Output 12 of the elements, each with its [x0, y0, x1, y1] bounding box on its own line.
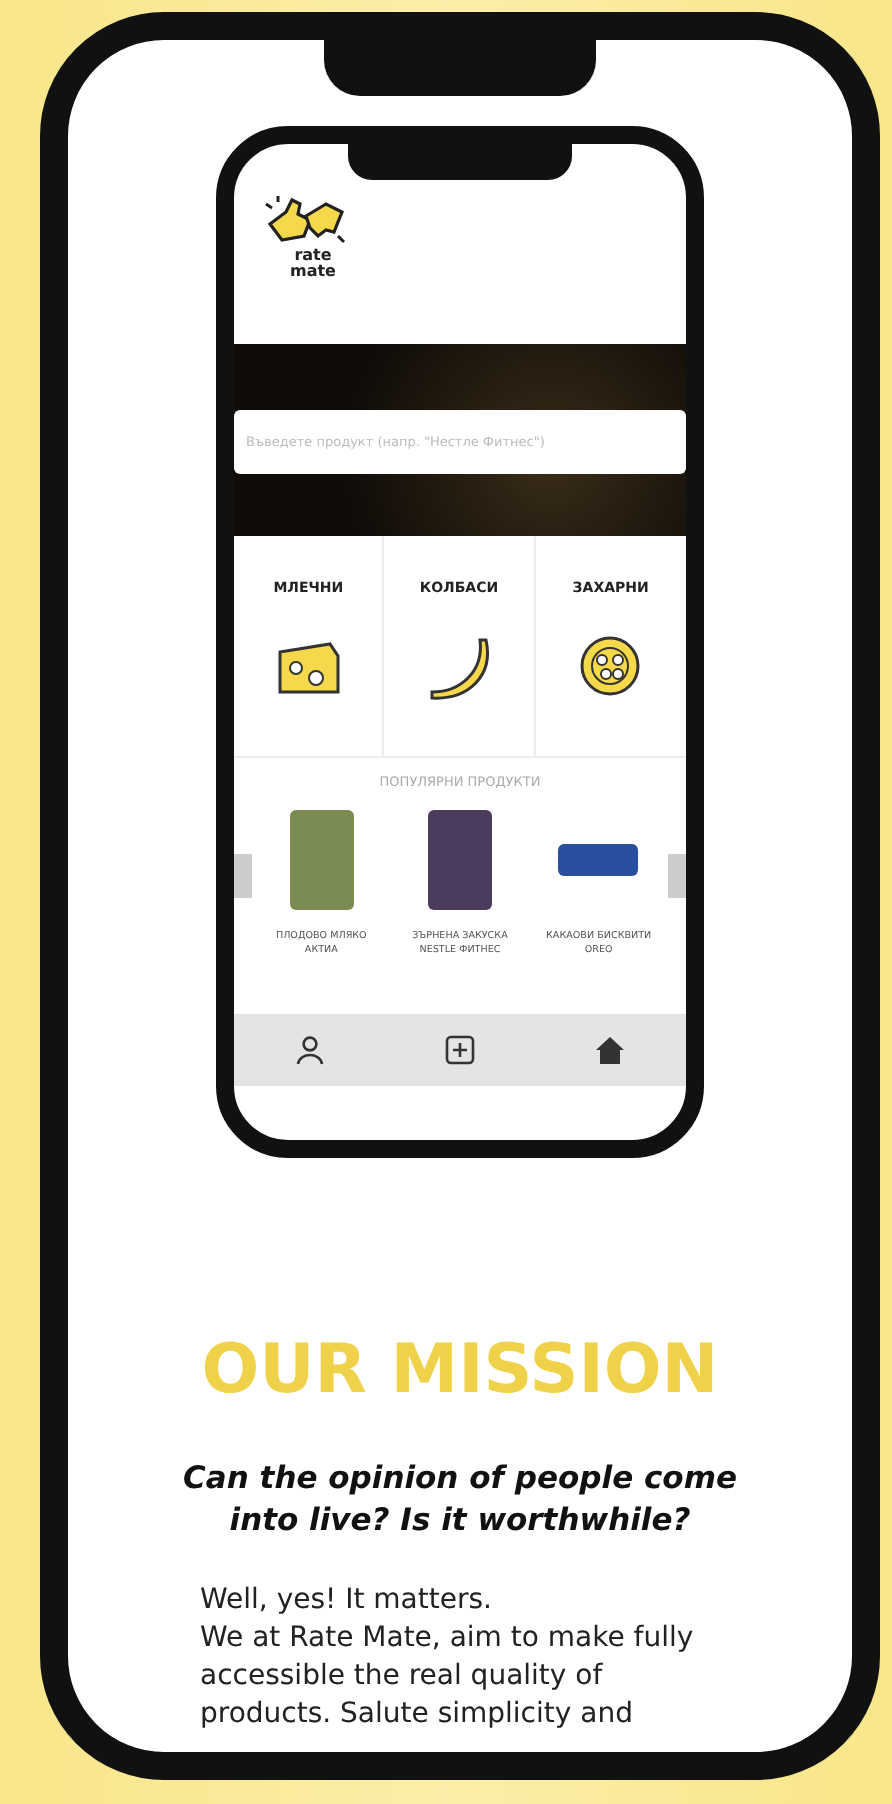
product-photo-placeholder — [289, 810, 354, 910]
home-icon[interactable] — [594, 1034, 627, 1066]
logo-text: rate mate — [290, 248, 336, 280]
add-icon[interactable] — [443, 1034, 476, 1066]
question-text: Can the opinion of people come into live? Is it worthwhile? — [181, 1458, 739, 1542]
body-paragraph: Well, yes! It matters. — [200, 1582, 494, 1620]
body-paragraph: We at Rate Mate, aim to make fully accessible the real quality of products. Salute simplicity and — [200, 1620, 696, 1734]
user-icon[interactable] — [293, 1034, 326, 1066]
section-heading: OUR MISSION — [201, 1330, 719, 1410]
product-photo-placeholder — [427, 810, 492, 910]
product-photo-placeholder — [558, 844, 639, 876]
thumbs-up-logo-icon — [262, 192, 350, 248]
